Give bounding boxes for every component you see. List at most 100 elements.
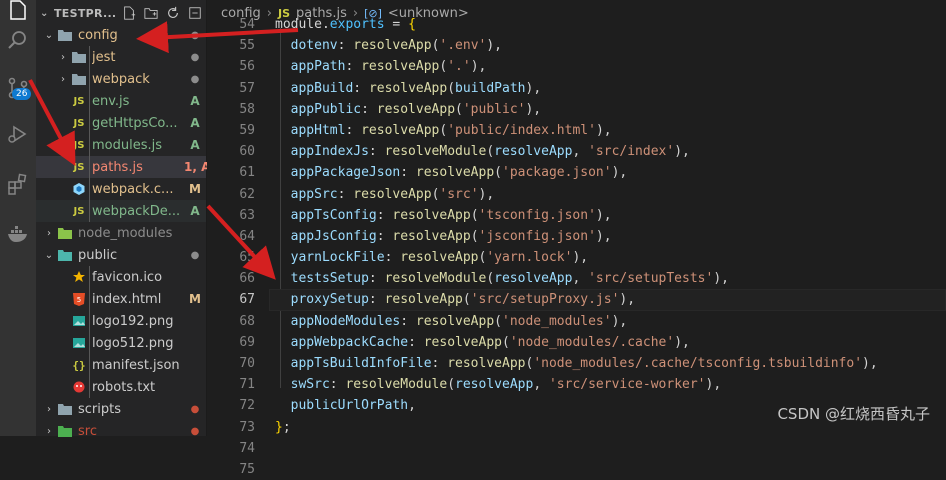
tree-item[interactable]: ⌄ public ● — [36, 244, 206, 266]
tree-item[interactable]: JS paths.js 1, A — [36, 156, 211, 178]
code-line[interactable]: 70 appTsBuildInfoFile: resolveApp('node_… — [207, 353, 946, 374]
collapse-all-icon[interactable] — [184, 6, 206, 20]
editor-group: config › JS paths.js › [⊘] <unknown> 54 m… — [207, 0, 946, 477]
tree-item[interactable]: › node_modules — [36, 222, 206, 244]
code-line[interactable]: 69 appWebpackCache: resolveApp('node_mod… — [207, 332, 946, 353]
code-line[interactable]: 55 dotenv: resolveApp('.env'), — [207, 35, 946, 56]
tree-item[interactable]: JS getHttpsCo... A — [36, 112, 206, 134]
code-token: , — [533, 377, 549, 393]
folder-icon — [70, 50, 88, 64]
code-token: ( — [470, 207, 479, 223]
code-line[interactable]: 63 appTsConfig: resolveApp('tsconfig.jso… — [207, 205, 946, 226]
chevron-right-icon[interactable]: › — [42, 426, 56, 437]
tree-item[interactable]: JS modules.js A — [36, 134, 206, 156]
new-file-icon[interactable] — [118, 6, 140, 20]
folder-icon — [56, 402, 74, 416]
line-number: 65 — [239, 250, 255, 266]
code-line[interactable]: 66 testsSetup: resolveModule(resolveApp,… — [207, 268, 946, 289]
docker-icon[interactable] — [0, 212, 36, 256]
code-line[interactable]: 61 appPackageJson: resolveApp('package.j… — [207, 162, 946, 183]
code-line[interactable]: 60 appIndexJs: resolveModule(resolveApp,… — [207, 141, 946, 162]
code-line[interactable]: 58 appPublic: resolveApp('public'), — [207, 99, 946, 120]
line-number: 54 — [239, 17, 255, 32]
tree-item[interactable]: › webpack ● — [36, 68, 206, 90]
code-token: exports — [329, 17, 385, 32]
tree-item[interactable]: › jest ● — [36, 46, 206, 68]
code-token: ), — [595, 207, 612, 223]
code-line[interactable]: 57 appBuild: resolveApp(buildPath), — [207, 78, 946, 99]
tree-item[interactable]: webpack.c... M — [36, 178, 206, 200]
code-token: publicUrlOrPath — [275, 398, 409, 414]
code-token: ; — [282, 419, 291, 435]
line-number: 74 — [239, 440, 255, 456]
line-number: 55 — [239, 38, 255, 54]
code-line[interactable]: 75 — [207, 459, 946, 480]
tree-item-label: node_modules — [78, 225, 173, 241]
tree-item[interactable]: 5 index.html M — [36, 288, 206, 310]
code-line[interactable]: 62 appSrc: resolveApp('src'), — [207, 184, 946, 205]
code-token: ( — [486, 144, 495, 160]
search-icon[interactable] — [0, 18, 36, 62]
line-text: appTsBuildInfoFile: resolveApp('node_mod… — [275, 353, 878, 374]
line-number: 66 — [239, 271, 255, 287]
code-token: '.' — [447, 59, 471, 75]
code-token: appJsConfig — [275, 228, 377, 244]
extensions-icon[interactable] — [0, 162, 36, 206]
code-token: ), — [572, 250, 589, 266]
code-line[interactable]: 65 yarnLockFile: resolveApp('yarn.lock')… — [207, 247, 946, 268]
tree-item[interactable]: logo512.png — [36, 332, 206, 354]
tree-item[interactable]: › src ● — [36, 420, 206, 442]
tree-item[interactable]: favicon.ico — [36, 266, 206, 288]
code-token: ), — [713, 271, 729, 287]
chevron-right-icon[interactable]: › — [56, 52, 70, 63]
tree-item[interactable]: JS webpackDe... A — [36, 200, 206, 222]
code-token: proxySetup — [275, 292, 369, 308]
code-line[interactable]: 68 appNodeModules: resolveApp('node_modu… — [207, 311, 946, 332]
code-token: 'node_modules/.cache' — [509, 334, 675, 350]
code-token: : — [345, 122, 362, 138]
code-line[interactable]: 71 swSrc: resolveModule(resolveApp, 'src… — [207, 374, 946, 395]
git-status-badge: ● — [190, 73, 200, 85]
git-status-badge: 1, A — [184, 160, 211, 174]
code-token: ), — [611, 165, 628, 181]
code-token: appSrc — [275, 186, 338, 202]
explorer-header[interactable]: ⌄ TESTPR... — [36, 0, 206, 26]
code-token: buildPath — [455, 80, 526, 96]
code-token: ( — [462, 292, 471, 308]
tree-item-label: robots.txt — [92, 379, 156, 395]
line-text: yarnLockFile: resolveApp('yarn.lock'), — [275, 247, 588, 268]
code-token: resolveApp — [494, 144, 573, 160]
git-status-badge: ● — [190, 29, 200, 41]
code-token: : — [361, 101, 377, 117]
code-line[interactable]: 59 appHtml: resolveApp('public/index.htm… — [207, 120, 946, 141]
tree-indent-guide — [89, 46, 90, 222]
code-token: : — [368, 292, 385, 308]
tree-item[interactable]: logo192.png — [36, 310, 206, 332]
tree-indent-guide — [89, 266, 90, 398]
chevron-right-icon[interactable]: › — [42, 228, 56, 239]
tree-item[interactable]: › scripts ● — [36, 398, 206, 420]
code-token: resolveApp — [423, 334, 502, 350]
code-line[interactable]: 54 module.exports = { — [207, 14, 946, 35]
code-line[interactable]: 67 proxySetup: resolveApp('src/setupProx… — [207, 289, 946, 311]
code-token: 'jsconfig.json' — [478, 228, 596, 244]
chevron-down-icon[interactable]: ⌄ — [40, 8, 54, 19]
code-token: '.env' — [439, 38, 487, 54]
code-token: ), — [674, 144, 690, 160]
code-token: resolveApp — [455, 377, 534, 393]
tree-item[interactable]: ⌄ config ● — [36, 24, 206, 46]
tree-item[interactable]: {} manifest.json — [36, 354, 206, 376]
tree-item[interactable]: JS env.js A — [36, 90, 206, 112]
workspace-title: TESTPR... — [54, 6, 117, 20]
run-debug-icon[interactable] — [0, 112, 36, 156]
code-line[interactable]: 74 — [207, 438, 946, 459]
chevron-down-icon[interactable]: ⌄ — [42, 30, 56, 41]
chevron-down-icon[interactable]: ⌄ — [42, 250, 56, 261]
tree-item[interactable]: robots.txt — [36, 376, 206, 398]
chevron-right-icon[interactable]: › — [56, 74, 70, 85]
new-folder-icon[interactable] — [140, 6, 162, 20]
refresh-icon[interactable] — [162, 6, 184, 20]
code-line[interactable]: 64 appJsConfig: resolveApp('jsconfig.jso… — [207, 226, 946, 247]
code-line[interactable]: 56 appPath: resolveApp('.'), — [207, 56, 946, 77]
chevron-right-icon[interactable]: › — [42, 404, 56, 415]
